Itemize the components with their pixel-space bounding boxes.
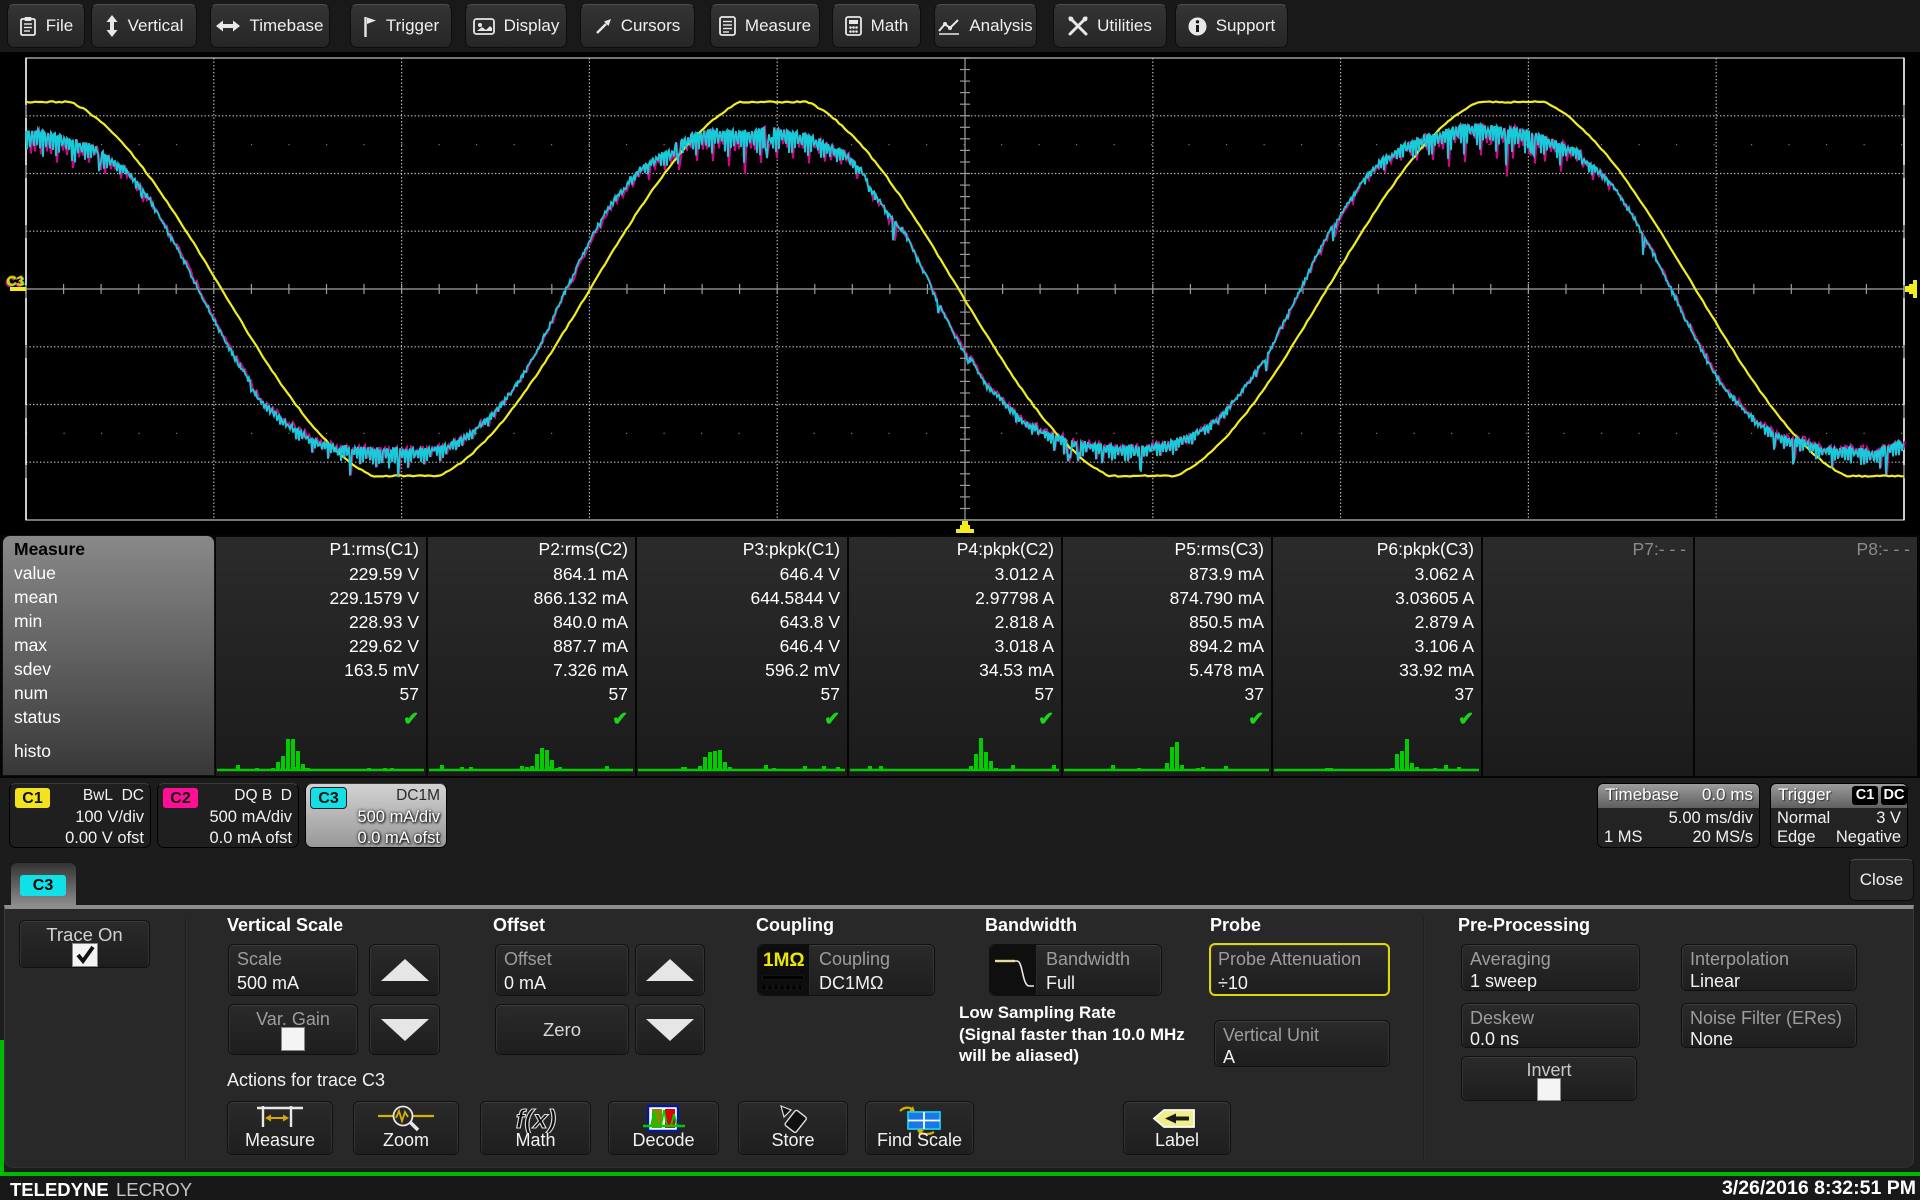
- svg-text:f(x): f(x): [515, 1105, 555, 1133]
